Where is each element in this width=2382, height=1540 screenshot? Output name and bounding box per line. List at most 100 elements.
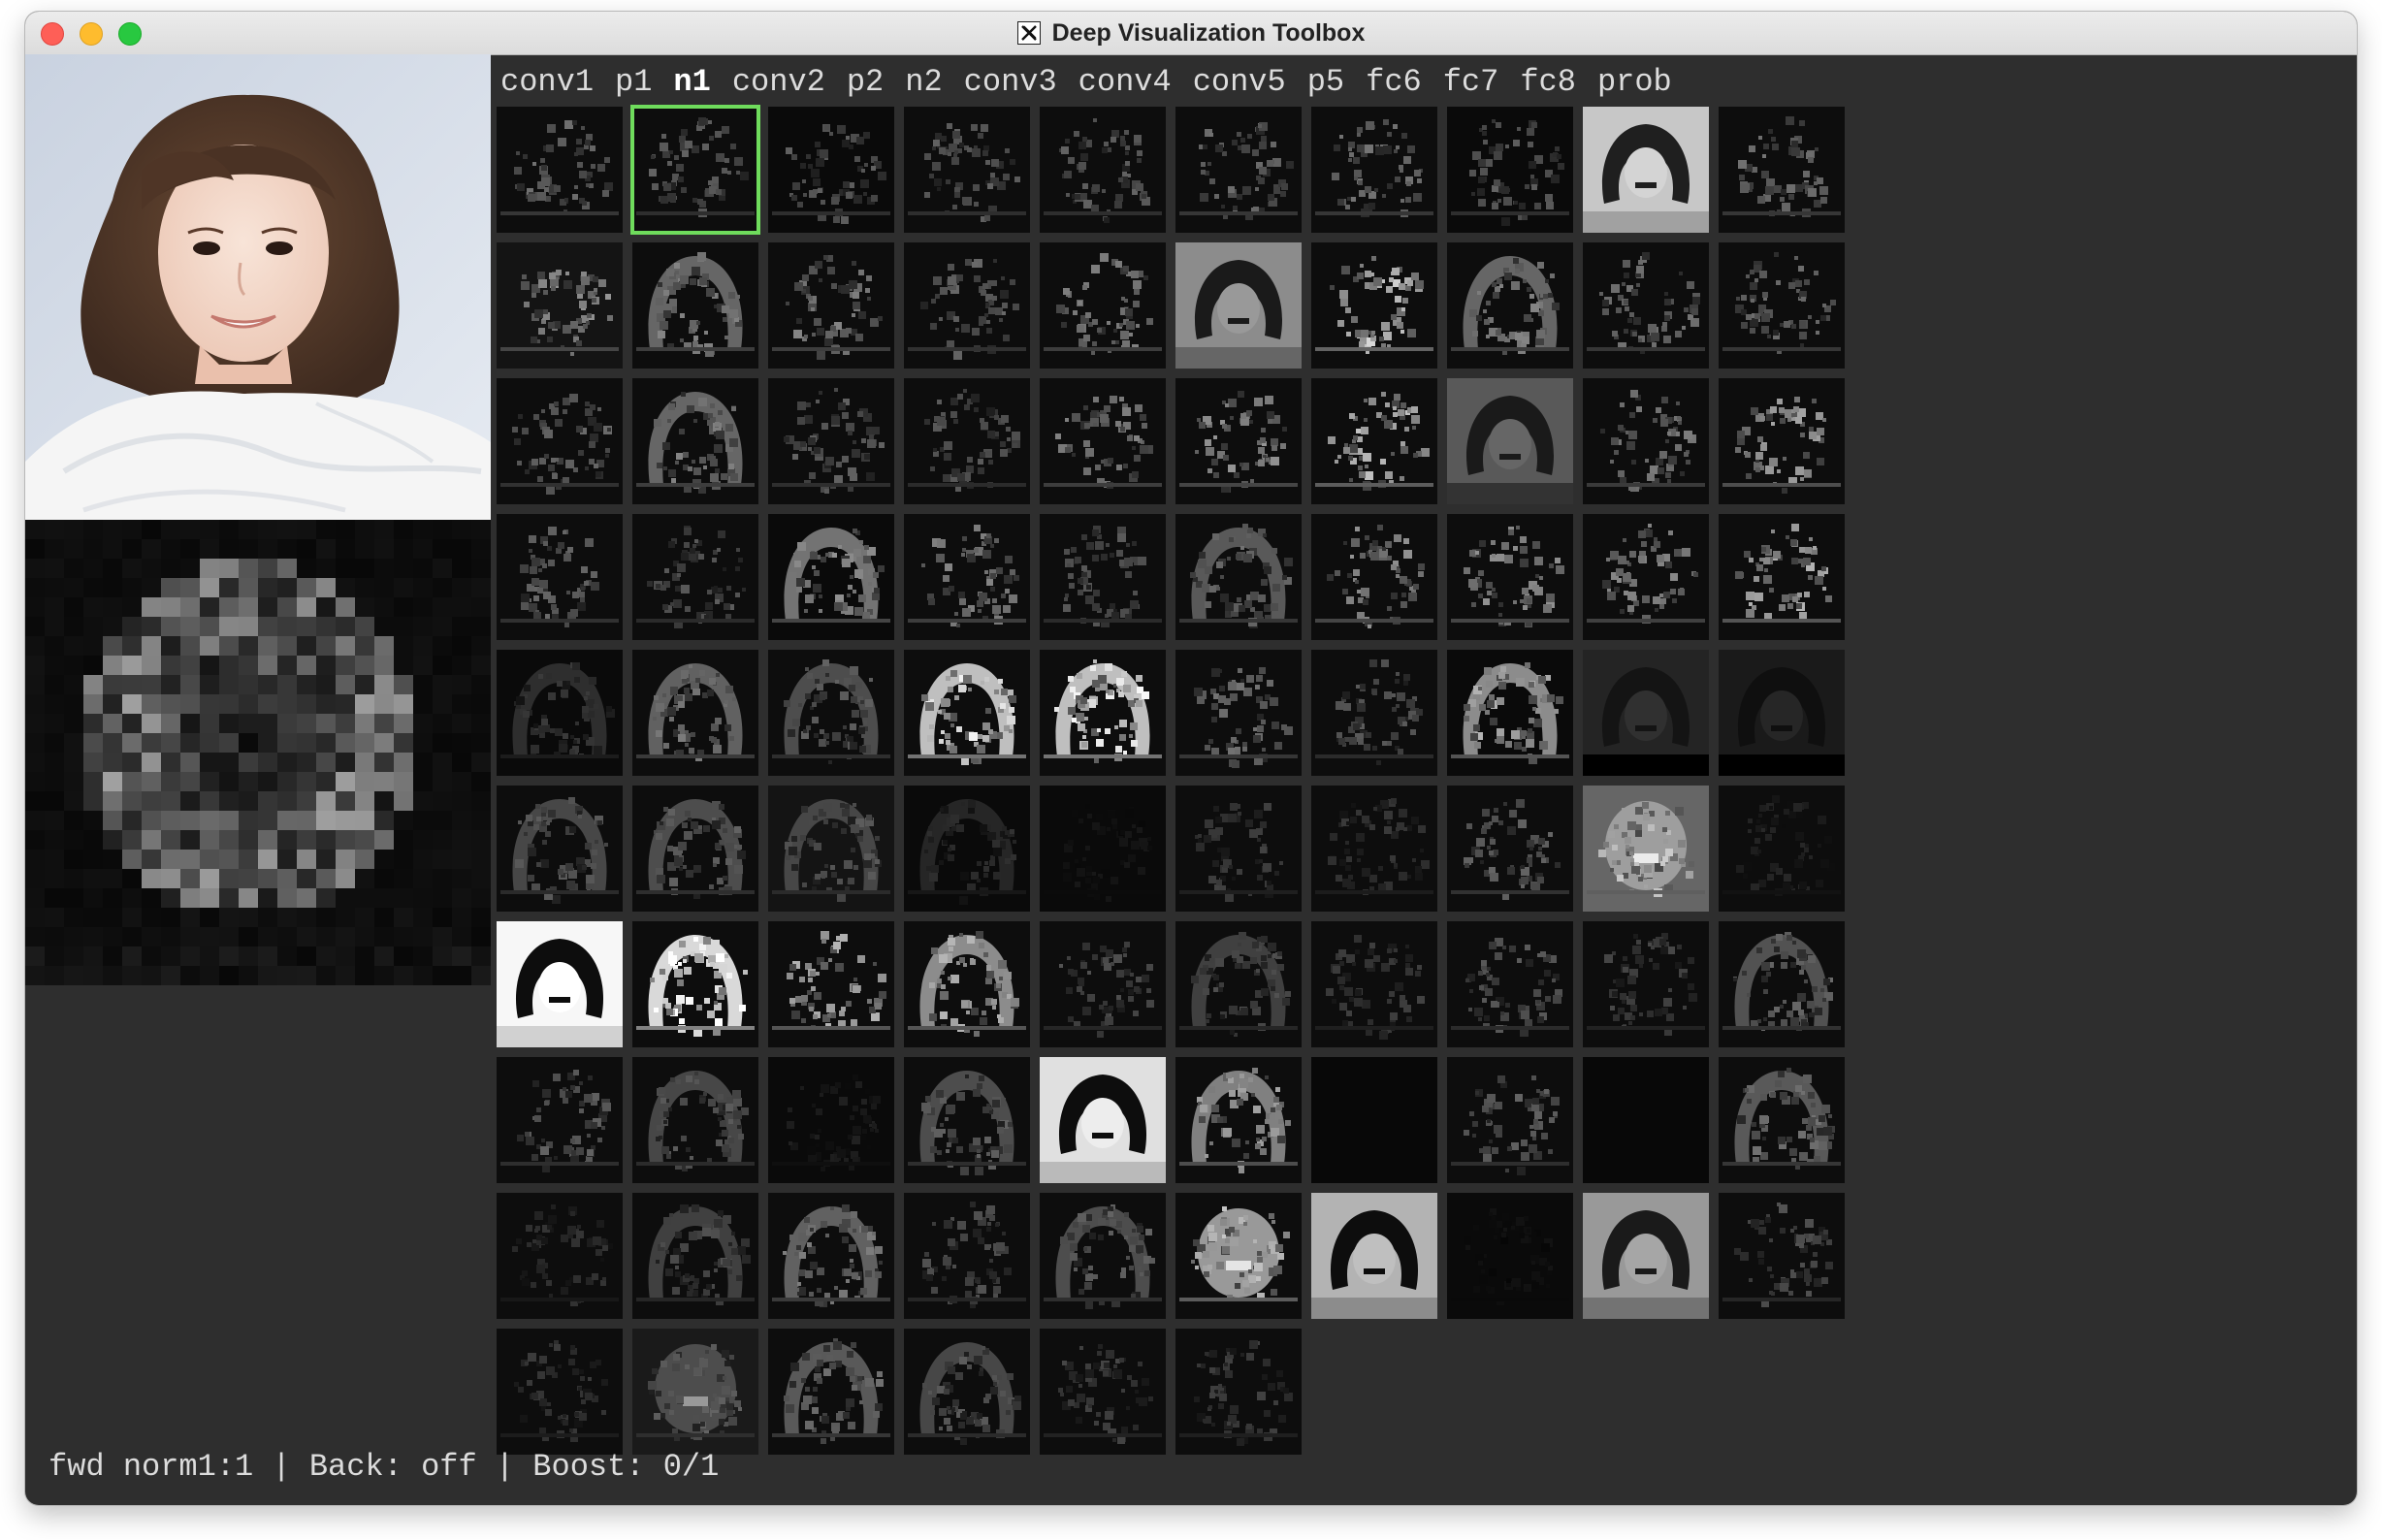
unit-tile[interactable]: [497, 650, 623, 776]
layer-tab-conv5[interactable]: conv5: [1193, 64, 1286, 100]
unit-tile[interactable]: [1719, 650, 1845, 776]
unit-tile[interactable]: [1311, 378, 1437, 504]
unit-tile[interactable]: [1719, 921, 1845, 1047]
unit-tile[interactable]: [1447, 921, 1573, 1047]
unit-tile[interactable]: [632, 921, 758, 1047]
unit-tile[interactable]: [1040, 378, 1166, 504]
unit-tile[interactable]: [630, 105, 760, 235]
unit-tile[interactable]: [1719, 514, 1845, 640]
unit-tile[interactable]: [1583, 1193, 1709, 1319]
unit-tile[interactable]: [1583, 514, 1709, 640]
layer-tab-conv4[interactable]: conv4: [1078, 64, 1172, 100]
unit-tile[interactable]: [632, 1057, 758, 1183]
unit-tile[interactable]: [904, 1193, 1030, 1319]
unit-tile[interactable]: [904, 786, 1030, 912]
unit-tile[interactable]: [1719, 107, 1845, 233]
unit-tile[interactable]: [1447, 786, 1573, 912]
unit-tile[interactable]: [1175, 921, 1302, 1047]
unit-tile[interactable]: [1175, 1193, 1302, 1319]
unit-tile[interactable]: [1311, 242, 1437, 369]
unit-tile[interactable]: [904, 650, 1030, 776]
unit-tile[interactable]: [1311, 1193, 1437, 1319]
unit-tile[interactable]: [1447, 1057, 1573, 1183]
unit-tile[interactable]: [632, 1329, 758, 1455]
unit-tile[interactable]: [1447, 514, 1573, 640]
unit-tile[interactable]: [768, 921, 894, 1047]
unit-tile[interactable]: [632, 378, 758, 504]
unit-tile[interactable]: [1311, 107, 1437, 233]
unit-tile[interactable]: [904, 921, 1030, 1047]
unit-tile[interactable]: [768, 1329, 894, 1455]
unit-tile[interactable]: [1175, 786, 1302, 912]
unit-tile[interactable]: [1175, 242, 1302, 369]
unit-tile[interactable]: [1311, 1057, 1437, 1183]
layer-tab-n1[interactable]: n1: [673, 64, 710, 100]
unit-tile[interactable]: [1583, 650, 1709, 776]
unit-tile[interactable]: [1175, 514, 1302, 640]
unit-tile[interactable]: [1583, 921, 1709, 1047]
unit-tile[interactable]: [768, 1057, 894, 1183]
unit-tile[interactable]: [768, 242, 894, 369]
unit-tile[interactable]: [768, 514, 894, 640]
unit-tile[interactable]: [497, 921, 623, 1047]
unit-tile[interactable]: [1447, 1193, 1573, 1319]
unit-tile[interactable]: [1447, 378, 1573, 504]
layer-tab-n2[interactable]: n2: [905, 64, 942, 100]
unit-tile[interactable]: [768, 786, 894, 912]
unit-tile[interactable]: [904, 1057, 1030, 1183]
unit-tile[interactable]: [904, 378, 1030, 504]
unit-tile[interactable]: [632, 242, 758, 369]
unit-tile[interactable]: [1719, 1057, 1845, 1183]
unit-tile[interactable]: [497, 786, 623, 912]
unit-tile[interactable]: [904, 107, 1030, 233]
unit-tile[interactable]: [768, 650, 894, 776]
unit-tile[interactable]: [1311, 921, 1437, 1047]
unit-tile[interactable]: [768, 1193, 894, 1319]
unit-tile[interactable]: [904, 514, 1030, 640]
unit-tile[interactable]: [1040, 514, 1166, 640]
layer-tab-p5[interactable]: p5: [1307, 64, 1344, 100]
unit-tile[interactable]: [1175, 1057, 1302, 1183]
unit-tile[interactable]: [497, 242, 623, 369]
layer-tab-fc8[interactable]: fc8: [1520, 64, 1576, 100]
unit-tile[interactable]: [1040, 921, 1166, 1047]
unit-tile[interactable]: [1719, 378, 1845, 504]
unit-tile[interactable]: [1040, 1057, 1166, 1183]
unit-tile[interactable]: [1175, 378, 1302, 504]
unit-tile[interactable]: [1311, 786, 1437, 912]
unit-tile[interactable]: [1040, 107, 1166, 233]
layer-tab-conv2[interactable]: conv2: [732, 64, 825, 100]
unit-tile[interactable]: [768, 378, 894, 504]
unit-tile[interactable]: [1719, 1193, 1845, 1319]
unit-tile[interactable]: [1447, 107, 1573, 233]
unit-tile[interactable]: [497, 1329, 623, 1455]
layer-tab-p1[interactable]: p1: [615, 64, 652, 100]
unit-tile[interactable]: [1583, 378, 1709, 504]
unit-tile[interactable]: [904, 1329, 1030, 1455]
unit-tile[interactable]: [497, 378, 623, 504]
unit-tile[interactable]: [1311, 650, 1437, 776]
unit-tile[interactable]: [497, 1193, 623, 1319]
unit-tile[interactable]: [1719, 786, 1845, 912]
unit-tile[interactable]: [1583, 242, 1709, 369]
layer-tab-conv3[interactable]: conv3: [964, 64, 1057, 100]
unit-tile[interactable]: [1040, 242, 1166, 369]
unit-tile[interactable]: [904, 242, 1030, 369]
unit-tile[interactable]: [1040, 786, 1166, 912]
unit-tile[interactable]: [1040, 1193, 1166, 1319]
unit-tile[interactable]: [632, 1193, 758, 1319]
unit-tile[interactable]: [497, 514, 623, 640]
unit-tile[interactable]: [768, 107, 894, 233]
unit-tile[interactable]: [1311, 514, 1437, 640]
unit-tile[interactable]: [1175, 107, 1302, 233]
unit-tile[interactable]: [497, 1057, 623, 1183]
layer-tab-conv1[interactable]: conv1: [500, 64, 594, 100]
unit-tile[interactable]: [632, 650, 758, 776]
unit-tile[interactable]: [1447, 650, 1573, 776]
unit-tile[interactable]: [1175, 650, 1302, 776]
unit-tile[interactable]: [497, 107, 623, 233]
unit-tile[interactable]: [1583, 786, 1709, 912]
unit-tile[interactable]: [1447, 242, 1573, 369]
unit-tile[interactable]: [1040, 650, 1166, 776]
unit-tile[interactable]: [1719, 242, 1845, 369]
